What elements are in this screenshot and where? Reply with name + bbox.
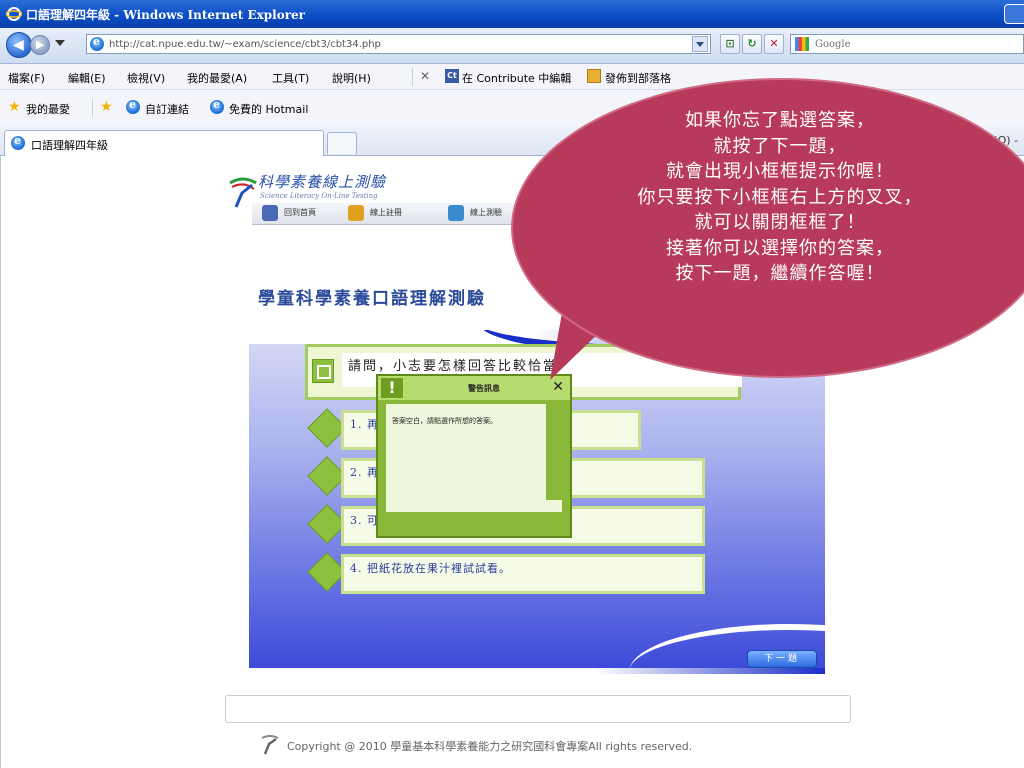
back-button[interactable]: ◀ bbox=[6, 32, 32, 58]
register-icon bbox=[348, 205, 364, 221]
menu-file[interactable]: 檔案(F) bbox=[8, 70, 45, 86]
compat-view-button[interactable]: ⊡ bbox=[720, 34, 740, 54]
url-input[interactable] bbox=[109, 36, 669, 52]
page-icon bbox=[90, 35, 104, 51]
site-title: 科學素養線上測驗 bbox=[258, 173, 387, 191]
stop-button[interactable]: ✕ bbox=[764, 34, 784, 54]
answer-option-4[interactable]: 4. 把紙花放在果汁裡試試看。 bbox=[305, 552, 705, 594]
callout-line: 就可以關閉框框了！ bbox=[694, 212, 866, 233]
back-arrow-icon: ◀ bbox=[13, 37, 24, 53]
forward-button[interactable]: ▶ bbox=[30, 35, 50, 55]
option-text: 3. 可 bbox=[350, 514, 379, 527]
question-marker-icon bbox=[312, 359, 334, 383]
url-field[interactable] bbox=[86, 34, 711, 54]
option-card[interactable]: 4. 把紙花放在果汁裡試試看。 bbox=[341, 554, 705, 594]
publish-blog-button[interactable]: 發佈到部落格 bbox=[605, 70, 671, 86]
warning-header: ! 警告訊息 ✕ bbox=[378, 376, 570, 400]
callout-line: 就會出現小框框提示你喔！ bbox=[666, 161, 894, 182]
link-page-icon bbox=[126, 98, 140, 114]
test-icon bbox=[448, 205, 464, 221]
search-field[interactable] bbox=[790, 34, 1024, 54]
contribute-icon: Ct bbox=[445, 69, 459, 83]
window-control-button[interactable] bbox=[1004, 4, 1024, 24]
menu-tools[interactable]: 工具(T) bbox=[272, 70, 309, 86]
window-title: 口語理解四年級 - Windows Internet Explorer bbox=[26, 8, 305, 22]
callout-line: 你只要按下小框框右上方的叉叉， bbox=[637, 186, 923, 208]
warning-icon: ! bbox=[381, 378, 403, 398]
nav-home[interactable]: 回到首頁 bbox=[284, 207, 316, 218]
callout-text: 如果你忘了點選答案， 就按了下一題， 就會出現小框框提示你喔！ 你只要按下小框框… bbox=[560, 108, 1000, 287]
warning-body-corner bbox=[546, 500, 562, 512]
forward-arrow-icon: ▶ bbox=[36, 38, 45, 51]
link-page-icon bbox=[210, 98, 224, 114]
site-subtitle: Science Literacy On-Line Testing bbox=[260, 192, 378, 200]
warning-body: 答案空白，請點選作所想的答案。 bbox=[386, 404, 546, 512]
menu-edit[interactable]: 編輯(E) bbox=[68, 70, 106, 86]
warning-dialog: ! 警告訊息 ✕ 答案空白，請點選作所想的答案。 bbox=[376, 374, 572, 538]
callout-line: 就按了下一題， bbox=[713, 135, 847, 157]
contribute-edit-button[interactable]: 在 Contribute 中編輯 bbox=[462, 70, 571, 86]
callout-line: 如果你忘了點選答案， bbox=[685, 110, 875, 131]
menu-divider bbox=[412, 68, 413, 86]
google-icon bbox=[795, 37, 809, 51]
favorite-link-custom[interactable]: 自訂連結 bbox=[145, 101, 189, 117]
footer-logo-icon bbox=[261, 735, 279, 755]
nav-test[interactable]: 線上測驗 bbox=[470, 207, 502, 218]
page-title: 學童科學素養口語理解測驗 bbox=[258, 289, 486, 309]
tab-page-icon bbox=[11, 134, 25, 150]
tab-current[interactable]: 口語理解四年級 bbox=[4, 130, 324, 156]
publish-blog-icon bbox=[587, 69, 601, 83]
next-question-button[interactable]: 下一題 bbox=[747, 650, 817, 668]
callout-line: 接著你可以選擇你的答案， bbox=[666, 237, 894, 259]
add-favorite-icon[interactable]: ★ bbox=[100, 99, 113, 115]
warning-message: 答案空白，請點選作所想的答案。 bbox=[392, 417, 497, 425]
option-text: 1. 再 bbox=[350, 418, 379, 431]
url-dropdown-icon[interactable] bbox=[692, 36, 708, 52]
tab-label: 口語理解四年級 bbox=[31, 139, 108, 152]
favorite-link-hotmail[interactable]: 免費的 Hotmail bbox=[229, 101, 308, 117]
menu-help[interactable]: 說明(H) bbox=[332, 70, 371, 86]
menu-favorites[interactable]: 我的最愛(A) bbox=[187, 70, 247, 86]
favorites-button[interactable]: 我的最愛 bbox=[26, 101, 70, 117]
ie-logo-icon bbox=[6, 7, 22, 21]
panel-wave-bottom bbox=[249, 624, 825, 674]
favorites-star-icon: ★ bbox=[8, 99, 21, 115]
home-icon bbox=[262, 205, 278, 221]
history-dropdown-icon[interactable] bbox=[55, 40, 65, 46]
callout-line: 按下一題，繼續作答喔！ bbox=[675, 263, 885, 284]
search-input[interactable] bbox=[815, 36, 1024, 52]
option-text: 2. 再 bbox=[350, 466, 379, 479]
option-text: 4. 把紙花放在果汁裡試試看。 bbox=[350, 562, 511, 575]
close-toolbar-icon[interactable]: ✕ bbox=[420, 69, 430, 83]
copyright-text: Copyright @ 2010 學童基本科學素養能力之研究國科會專案All r… bbox=[287, 740, 693, 753]
new-tab-button[interactable] bbox=[327, 132, 357, 154]
window-titlebar: 口語理解四年級 - Windows Internet Explorer bbox=[0, 0, 1024, 28]
menu-view[interactable]: 檢視(V) bbox=[127, 70, 165, 86]
nav-register[interactable]: 線上註冊 bbox=[370, 207, 402, 218]
footer-bar bbox=[225, 695, 851, 723]
favorites-divider bbox=[92, 99, 93, 117]
refresh-button[interactable]: ↻ bbox=[742, 34, 762, 54]
address-bar: ◀ ▶ ⊡ ↻ ✕ bbox=[0, 28, 1024, 64]
site-nav: 回到首頁 線上註冊 線上測驗 bbox=[252, 203, 552, 225]
warning-title: 警告訊息 bbox=[468, 384, 500, 393]
